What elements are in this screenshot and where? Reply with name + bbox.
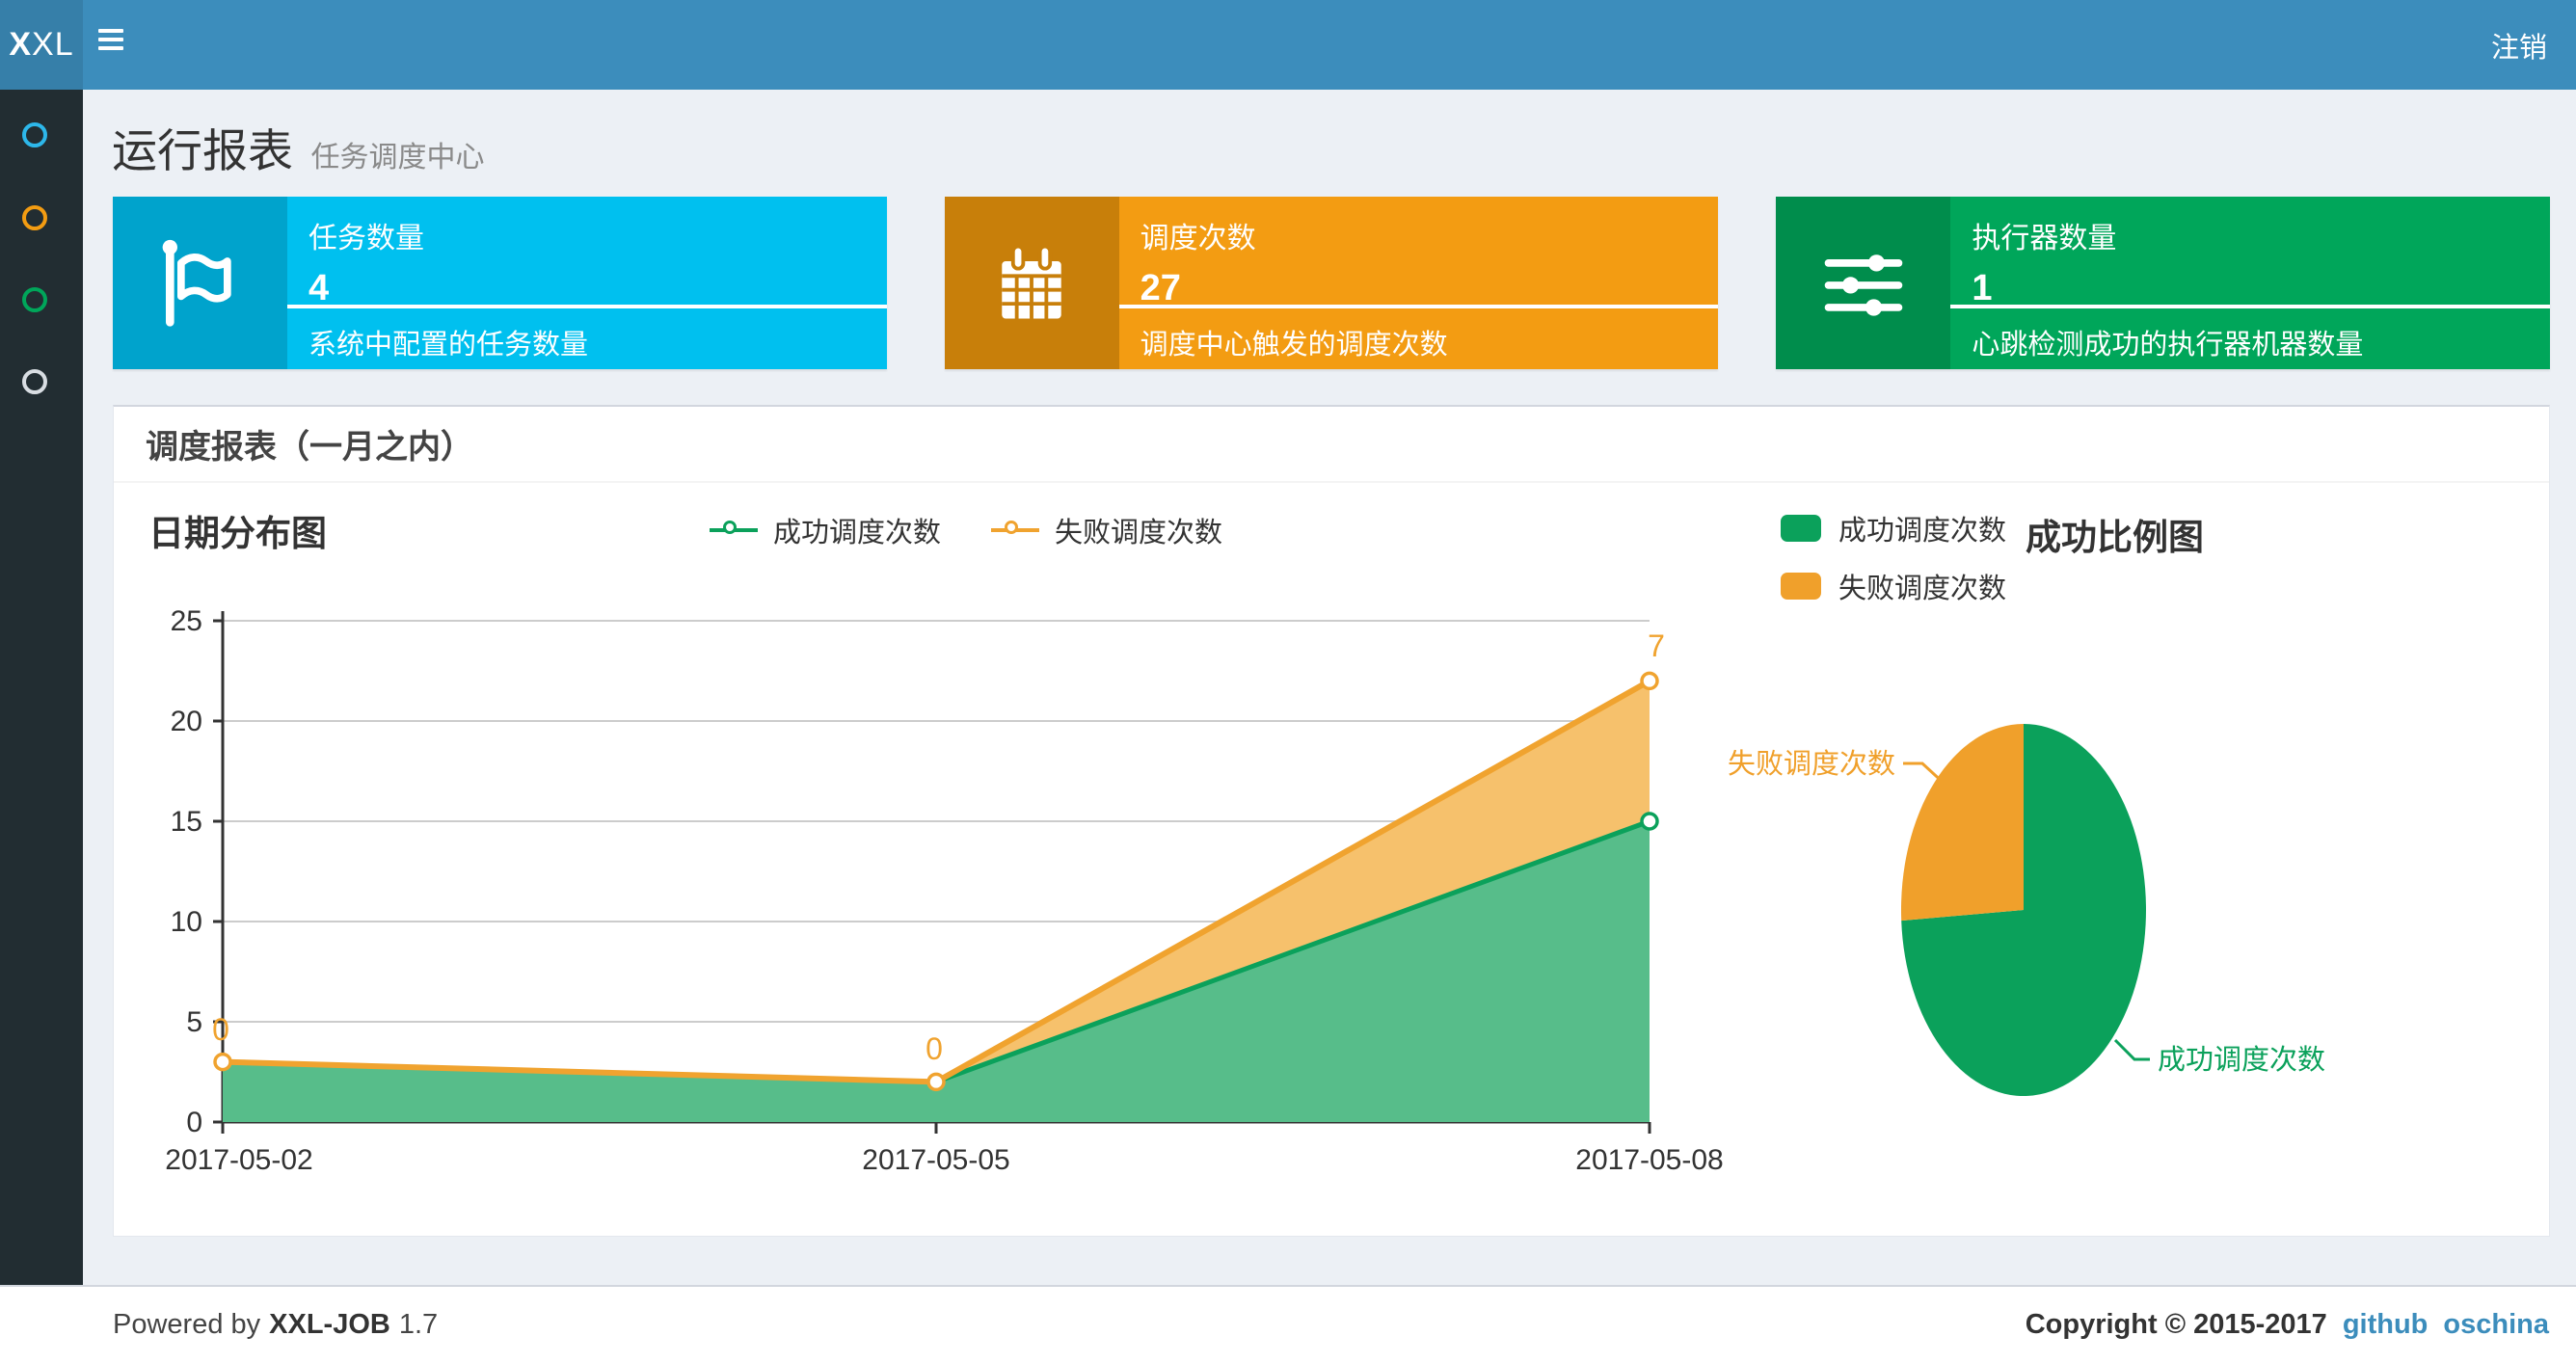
svg-text:0: 0 <box>212 1012 229 1047</box>
info-box-title: 调度次数 <box>1140 223 1256 254</box>
svg-text:2017-05-02: 2017-05-02 <box>165 1144 312 1176</box>
info-box-triggers: 调度次数 27 调度中心触发的调度次数 <box>944 197 1719 369</box>
sidebar-item-3 circle-outline-icon[interactable] <box>22 287 47 312</box>
svg-text:2017-05-08: 2017-05-08 <box>1575 1144 1723 1176</box>
logo-bold: X <box>9 26 33 63</box>
sidebar-item-4 circle-outline-icon[interactable] <box>22 369 47 394</box>
calendar-icon <box>944 197 1119 369</box>
sliders-icon <box>1776 197 1951 369</box>
svg-text:7: 7 <box>1648 628 1665 663</box>
xxl-job-dashboard: X XL 注销 运行报表 任务调度中心 任务数量 4 系统中配置的任务数量 调度… <box>0 0 2576 1363</box>
svg-text:15: 15 <box>171 806 202 838</box>
logo-rest: XL <box>32 26 74 63</box>
page-title: 运行报表 <box>112 125 293 176</box>
pie-label-fail: 失败调度次数 <box>1728 748 1895 780</box>
info-box-title: 任务数量 <box>309 223 424 254</box>
svg-text:20: 20 <box>171 706 202 737</box>
info-box-desc: 系统中配置的任务数量 <box>309 330 589 361</box>
info-box-desc: 调度中心触发的调度次数 <box>1140 330 1448 361</box>
info-box-divider <box>1950 305 2551 308</box>
sidebar-toggle-icon[interactable] <box>98 29 123 60</box>
flag-icon <box>113 197 287 369</box>
copyright-text: Copyright © 2015-2017 <box>2025 1309 2327 1340</box>
sidebar-item-1 circle-outline-icon[interactable] <box>22 122 47 147</box>
top-navbar: X XL 注销 <box>0 0 2576 90</box>
info-box-divider <box>1118 305 1719 308</box>
svg-text:2017-05-05: 2017-05-05 <box>862 1144 1009 1176</box>
github-link[interactable]: github <box>2343 1309 2428 1341</box>
charts-canvas: 0 5 10 15 20 25 2017-05-02 2017-05-05 20… <box>165 605 2325 1176</box>
pie-label-success: 成功调度次数 <box>2158 1044 2325 1076</box>
pie-chart <box>1900 723 2146 1097</box>
svg-text:0: 0 <box>926 1031 943 1066</box>
info-box-row: 任务数量 4 系统中配置的任务数量 调度次数 27 调度中心触发的调度次数 执行… <box>113 197 2551 369</box>
footer: Powered by XXL-JOB 1.7 Copyright © 2015-… <box>0 1285 2576 1363</box>
info-box-desc: 心跳检测成功的执行器机器数量 <box>1972 330 2364 361</box>
collapsed-sidebar <box>0 90 83 1363</box>
powered-by-text: Powered by <box>113 1309 261 1340</box>
info-box-value: 1 <box>1972 268 1993 308</box>
pie-slice-fail[interactable] <box>1900 723 2024 922</box>
y-axis-labels: 0 5 10 15 20 25 <box>171 605 202 1138</box>
info-box-value: 4 <box>309 268 330 308</box>
product-name: XXL-JOB <box>269 1309 390 1340</box>
x-axis-labels: 2017-05-02 2017-05-05 2017-05-08 <box>165 1144 1723 1176</box>
product-version: 1.7 <box>398 1309 439 1340</box>
sidebar-item-2 circle-outline-icon[interactable] <box>22 205 47 230</box>
app-logo[interactable]: X XL <box>0 0 83 90</box>
panel-body: 日期分布图 成功调度次数 失败调度次数 成功调度次数 失败调度次数 成功比例图 … <box>114 483 2549 1235</box>
svg-text:10: 10 <box>171 906 202 938</box>
panel-title: 调度报表（一月之内） <box>114 407 2549 483</box>
info-box-title: 执行器数量 <box>1972 223 2117 254</box>
report-panel: 调度报表（一月之内） 日期分布图 成功调度次数 失败调度次数 成功调度次数 失败… <box>113 405 2550 1237</box>
logout-link[interactable]: 注销 <box>2491 0 2547 90</box>
info-box-value: 27 <box>1140 268 1181 308</box>
svg-text:0: 0 <box>186 1107 202 1138</box>
info-box-divider <box>287 305 887 308</box>
info-box-jobs: 任务数量 4 系统中配置的任务数量 <box>113 197 887 369</box>
svg-text:5: 5 <box>186 1006 202 1038</box>
oschina-link[interactable]: oschina <box>2443 1309 2549 1341</box>
page-subtitle: 任务调度中心 <box>310 142 485 174</box>
info-box-executors: 执行器数量 1 心跳检测成功的执行器机器数量 <box>1776 197 2551 369</box>
svg-text:25: 25 <box>171 605 202 637</box>
page-header: 运行报表 任务调度中心 <box>112 114 484 180</box>
